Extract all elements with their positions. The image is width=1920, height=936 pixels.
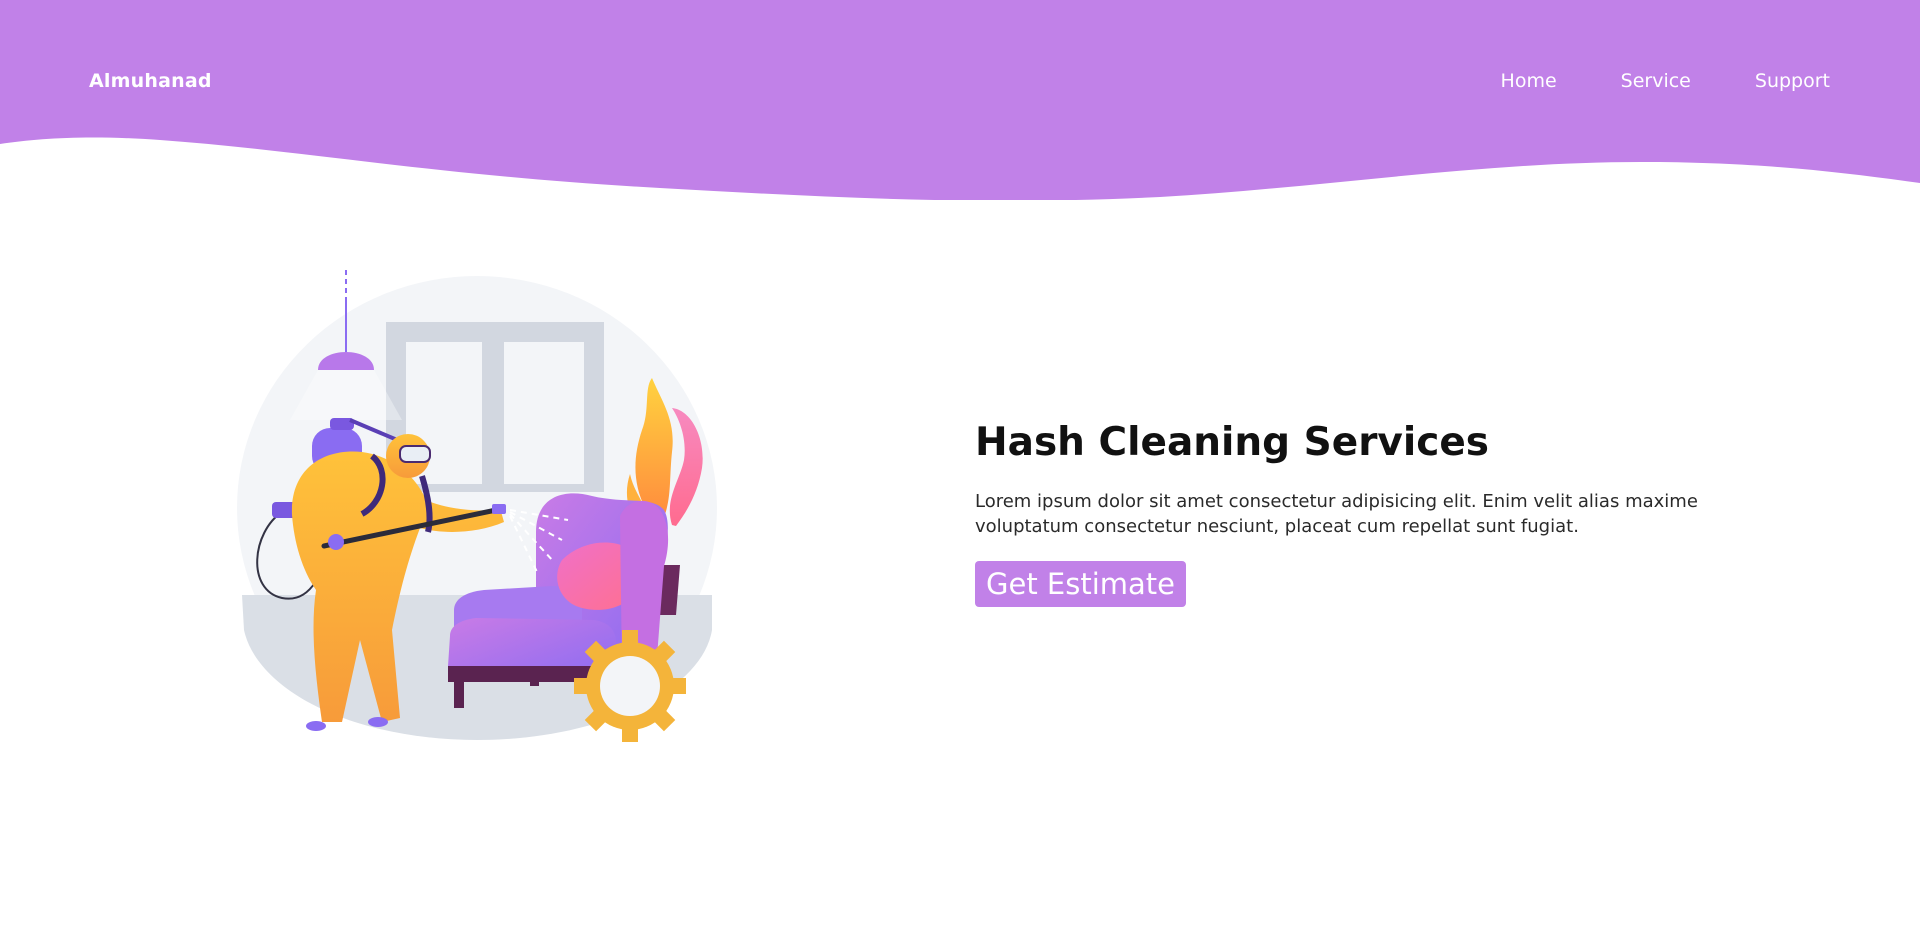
nav-links: Home Service Support [1437, 70, 1830, 92]
nav-link-home[interactable]: Home [1501, 70, 1557, 92]
nav-link-service[interactable]: Service [1621, 70, 1691, 92]
get-estimate-button[interactable]: Get Estimate [975, 560, 1186, 607]
hero-title: Hash Cleaning Services [975, 420, 1490, 465]
gear-icon [574, 630, 686, 742]
hero-description: Lorem ipsum dolor sit amet consectetur a… [975, 490, 1698, 537]
cleaning-illustration [237, 270, 717, 742]
landing-page: Almuhanad Home Service Support Hash Clea… [0, 0, 1920, 936]
brand-logo-link[interactable]: Almuhanad [89, 70, 212, 92]
top-navbar: Almuhanad Home Service Support [0, 0, 1920, 166]
hero-content: Hash Cleaning Services Lorem ipsum dolor… [975, 420, 1735, 607]
nav-link-support[interactable]: Support [1755, 70, 1830, 92]
